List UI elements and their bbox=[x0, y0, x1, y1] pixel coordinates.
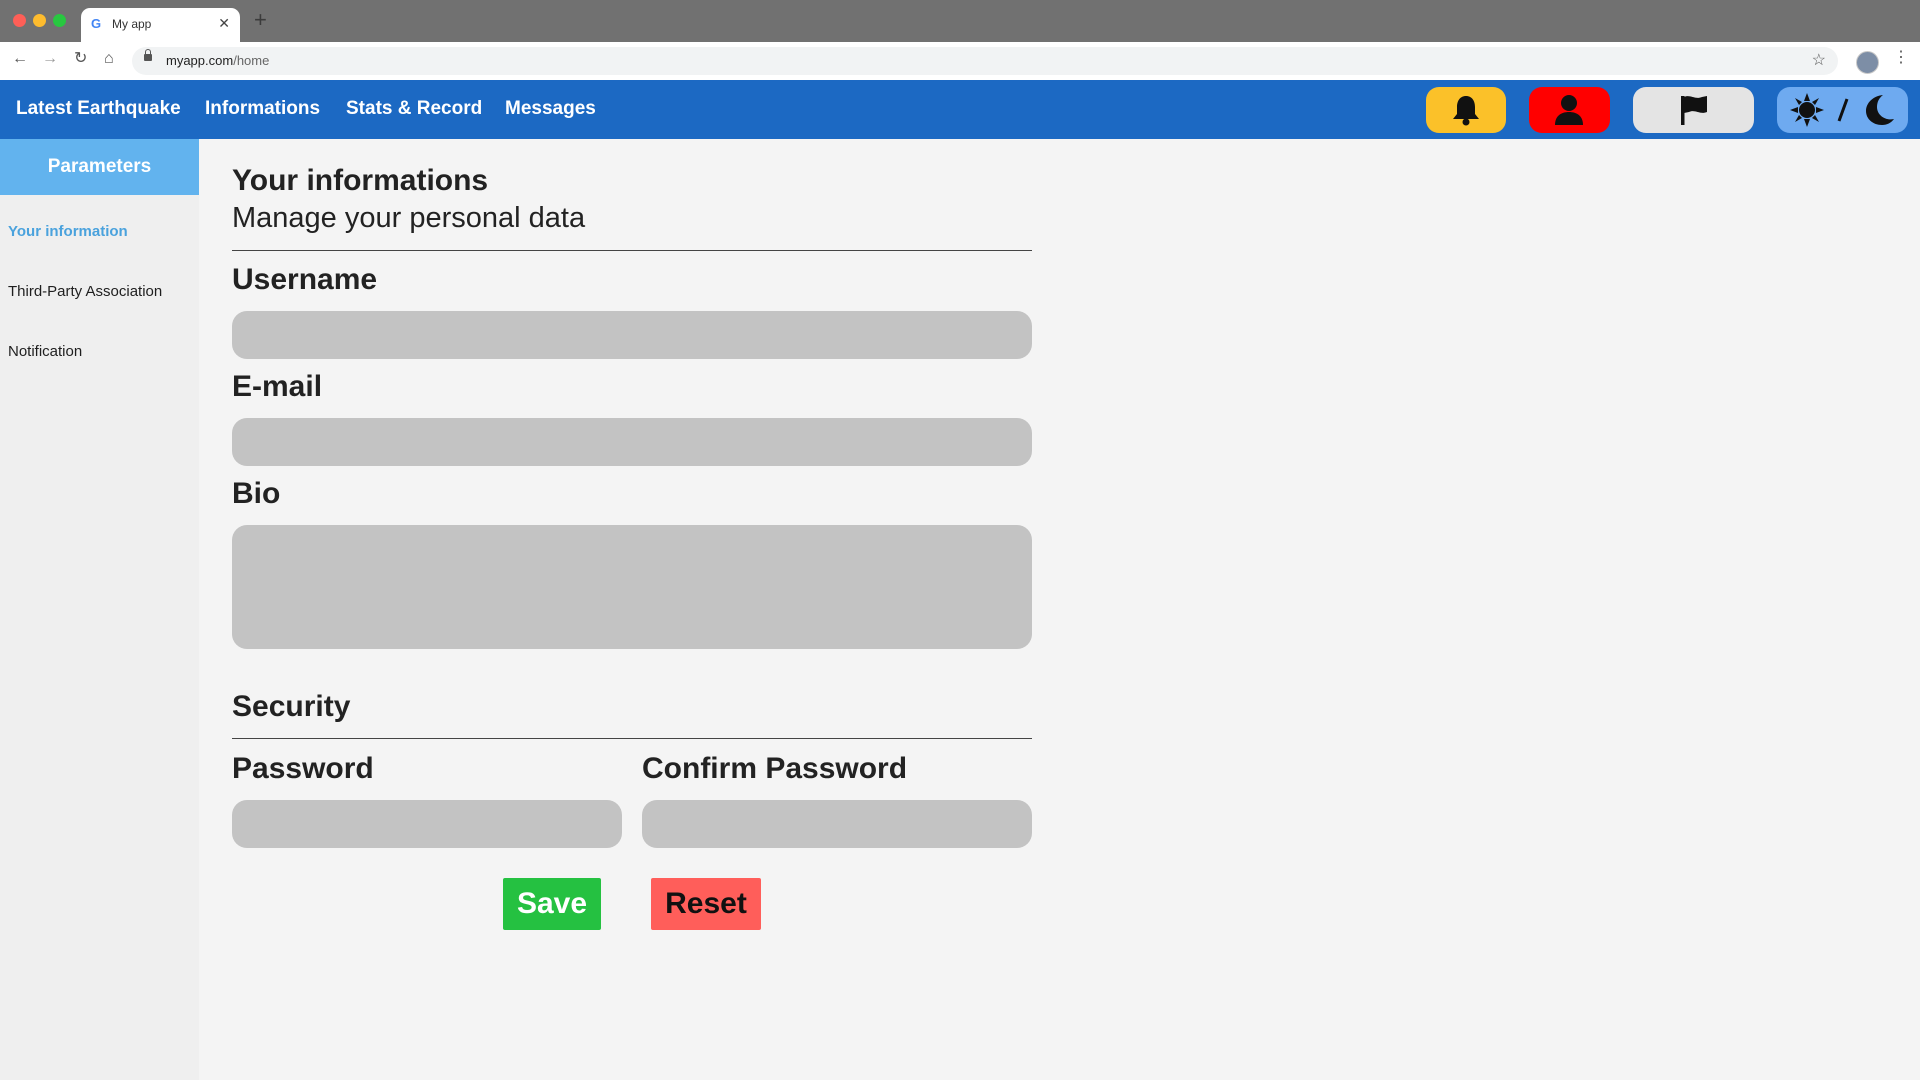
email-label: E-mail bbox=[232, 370, 323, 403]
browser-tab[interactable]: G My app ✕ bbox=[81, 8, 240, 42]
sidebar-header[interactable]: Parameters bbox=[0, 139, 199, 195]
app-header: Latest Earthquake Informations Stats & R… bbox=[0, 80, 1920, 139]
kebab-menu-icon[interactable]: ⋮ bbox=[1893, 49, 1909, 67]
lock-icon bbox=[144, 49, 152, 61]
theme-toggle-button[interactable] bbox=[1777, 87, 1908, 133]
sidebar-item-notification[interactable]: Notification bbox=[8, 343, 82, 360]
username-label: Username bbox=[232, 263, 378, 296]
username-input[interactable] bbox=[232, 311, 1032, 359]
bio-textarea[interactable] bbox=[232, 525, 1032, 649]
notifications-button[interactable] bbox=[1426, 87, 1506, 133]
nav-messages[interactable]: Messages bbox=[505, 98, 596, 120]
email-input[interactable] bbox=[232, 418, 1032, 466]
home-icon[interactable]: ⌂ bbox=[104, 50, 114, 68]
profile-avatar[interactable] bbox=[1856, 51, 1879, 74]
sun-icon bbox=[1790, 93, 1824, 127]
nav-stats-record[interactable]: Stats & Record bbox=[346, 98, 482, 120]
divider bbox=[232, 738, 1032, 739]
divider bbox=[232, 250, 1032, 251]
password-label: Password bbox=[232, 752, 374, 785]
new-tab-icon[interactable]: + bbox=[254, 9, 267, 31]
report-button[interactable] bbox=[1633, 87, 1754, 133]
sidebar-item-your-information[interactable]: Your information bbox=[8, 223, 128, 240]
forward-arrow-icon[interactable]: → bbox=[42, 50, 58, 68]
tab-title: My app bbox=[112, 17, 152, 31]
confirm-password-input[interactable] bbox=[642, 800, 1032, 848]
minimize-window-button[interactable] bbox=[33, 14, 46, 27]
star-icon[interactable]: ☆ bbox=[1812, 50, 1826, 70]
close-window-button[interactable] bbox=[13, 14, 26, 27]
security-heading: Security bbox=[232, 690, 351, 723]
reload-icon[interactable]: ↻ bbox=[74, 50, 87, 68]
close-tab-icon[interactable]: ✕ bbox=[218, 15, 230, 32]
slash-separator bbox=[1837, 98, 1849, 122]
sidebar-item-third-party-association[interactable]: Third-Party Association bbox=[8, 283, 162, 300]
moon-icon bbox=[1866, 95, 1894, 125]
profile-button[interactable] bbox=[1529, 87, 1610, 133]
bio-label: Bio bbox=[232, 477, 281, 510]
address-bar[interactable]: myapp.com/home ☆ bbox=[132, 47, 1838, 75]
page-title: Your informations bbox=[232, 164, 489, 197]
main-content: Your informations Manage your personal d… bbox=[199, 139, 1920, 1080]
confirm-password-label: Confirm Password bbox=[642, 752, 908, 785]
bell-icon bbox=[1453, 96, 1479, 126]
nav-informations[interactable]: Informations bbox=[205, 98, 320, 120]
google-favicon-icon: G bbox=[91, 16, 102, 31]
back-arrow-icon[interactable]: ← bbox=[12, 50, 28, 68]
page-subtitle: Manage your personal data bbox=[232, 202, 586, 234]
browser-toolbar: ← → ↻ ⌂ myapp.com/home ☆ ⋮ bbox=[0, 42, 1920, 81]
reset-button[interactable]: Reset bbox=[651, 878, 761, 930]
url-text: myapp.com/home bbox=[166, 53, 270, 68]
maximize-window-button[interactable] bbox=[53, 14, 66, 27]
user-icon bbox=[1555, 95, 1583, 125]
sidebar: Parameters Your information Third-Party … bbox=[0, 139, 199, 1080]
save-button[interactable]: Save bbox=[503, 878, 601, 930]
flag-icon bbox=[1681, 96, 1707, 125]
browser-titlebar: G My app ✕ + bbox=[0, 0, 1920, 42]
nav-latest-earthquake[interactable]: Latest Earthquake bbox=[16, 98, 181, 120]
password-input[interactable] bbox=[232, 800, 622, 848]
